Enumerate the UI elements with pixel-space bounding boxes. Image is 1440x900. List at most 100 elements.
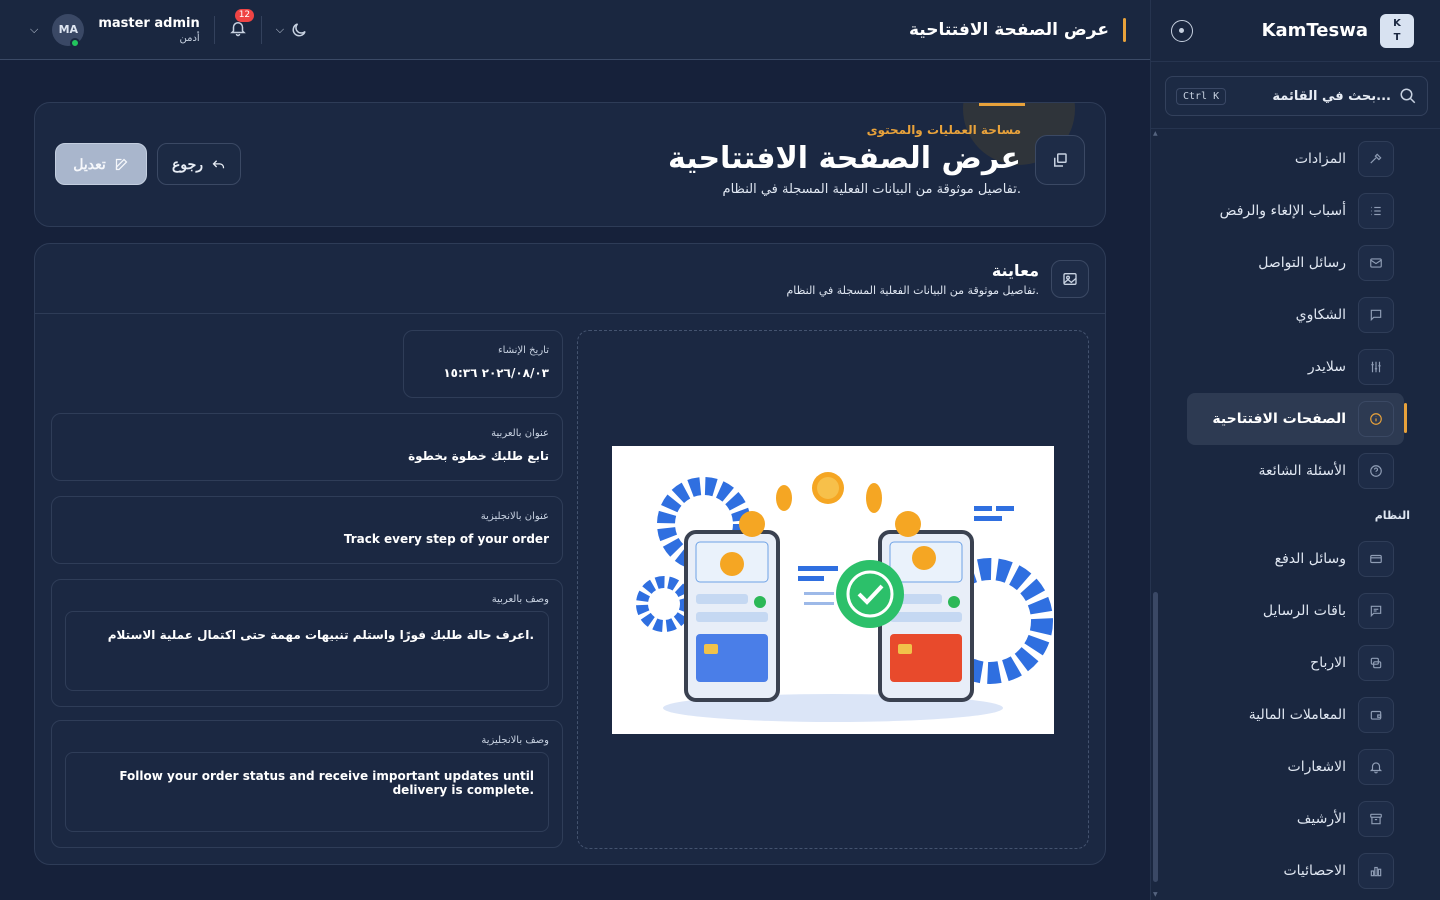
field-label: عنوان بالعربية (491, 428, 549, 439)
sidebar: KamTeswa K T Ctrl K بحث في القائمة... ال… (1150, 0, 1440, 900)
sidebar-item-label: سلايدر (1307, 359, 1346, 375)
sidebar-item-message-packages[interactable]: باقات الرسايل (1151, 585, 1440, 637)
chevron-down-icon[interactable]: ⌵ (30, 23, 38, 37)
brand-bar: KamTeswa K T (1151, 0, 1440, 62)
field-value: تابع طلبك خطوة بخطوة (408, 449, 549, 463)
page-header-texts: مساحة العمليات والمحتوى عرض الصفحة الافت… (668, 123, 1021, 197)
notification-badge: 12 (234, 8, 255, 22)
sidebar-item-label: المعاملات المالية (1248, 707, 1346, 723)
chart-icon (1358, 853, 1394, 889)
info-icon (1358, 401, 1394, 437)
sidebar-item-label: المزادات (1294, 151, 1346, 167)
hammer-icon (1358, 141, 1394, 177)
desc-ar-field: وصف بالعربية اعرف حالة طلبك فورًا واستلم… (51, 579, 563, 707)
help-icon (1358, 453, 1394, 489)
sidebar-nav: المزادات أسباب الإلغاء والرفض رسائل التو… (1151, 129, 1440, 897)
sidebar-item-label: الصفحات الافتتاحية (1212, 411, 1346, 427)
preview-header-texts: معاينة تفاصيل موثوقة من البيانات الفعلية… (786, 261, 1039, 297)
sidebar-item-label: الاشعارات (1287, 759, 1346, 775)
topbar: ⌵ MA master admin أدمن 12 ⌵ عرض الصفحة ا… (0, 0, 1150, 60)
preview-card-header: معاينة تفاصيل موثوقة من البيانات الفعلية… (35, 244, 1105, 314)
edit-button-label: تعديل (73, 155, 106, 172)
notifications-button[interactable]: 12 (229, 8, 255, 41)
sidebar-item-complaints[interactable]: الشكاوي (1151, 289, 1440, 341)
sidebar-item-faq[interactable]: الأسئلة الشائعة (1151, 445, 1440, 497)
sidebar-search-wrap: Ctrl K بحث في القائمة... (1151, 62, 1440, 129)
decorative-accent-bar (979, 103, 1025, 106)
return-arrow-icon (212, 159, 225, 168)
field-textbox: Follow your order status and receive imp… (65, 752, 549, 832)
brand-name: KamTeswa (1261, 20, 1368, 41)
onboarding-illustration (612, 446, 1054, 734)
divider (213, 15, 215, 44)
back-button-label: رجوع (171, 155, 203, 172)
sidebar-item-auctions[interactable]: المزادات (1151, 133, 1440, 185)
sidebar-item-profits[interactable]: الارباح (1151, 637, 1440, 689)
user-menu[interactable]: master admin أدمن (98, 16, 199, 44)
list-icon (1358, 193, 1394, 229)
wallet-icon (1358, 697, 1394, 733)
user-role: أدمن (179, 32, 200, 44)
sidebar-item-label: رسائل التواصل (1258, 255, 1346, 271)
preview-subtitle: تفاصيل موثوقة من البيانات الفعلية المسجل… (786, 283, 1039, 297)
sidebar-scrollbar[interactable] (1153, 592, 1158, 882)
field-textbox: اعرف حالة طلبك فورًا واستلم تنبيهات مهمة… (65, 611, 549, 691)
edit-button[interactable]: تعديل (55, 143, 147, 185)
mail-icon (1358, 245, 1394, 281)
search-placeholder: بحث في القائمة... (1272, 88, 1391, 104)
brand[interactable]: KamTeswa K T (1261, 13, 1414, 48)
card-icon (1358, 541, 1394, 577)
user-name: master admin (98, 15, 200, 31)
preview-title: معاينة (991, 260, 1039, 280)
sidebar-toggle-icon[interactable] (1171, 19, 1193, 42)
sidebar-item-slider[interactable]: سلايدر (1151, 341, 1440, 393)
sidebar-item-label: وسائل الدفع (1274, 551, 1346, 567)
page-header-actions: تعديل رجوع (55, 143, 241, 185)
page-subtitle: تفاصيل موثوقة من البيانات الفعلية المسجل… (722, 182, 1021, 197)
bell-icon (1358, 749, 1394, 785)
search-shortcut: Ctrl K (1176, 87, 1227, 105)
brand-logo: K T (1380, 13, 1414, 48)
sidebar-search-input[interactable]: Ctrl K بحث في القائمة... (1165, 76, 1428, 116)
sidebar-item-label: الاحصائيات (1283, 863, 1346, 879)
sidebar-item-archive[interactable]: الأرشيف (1151, 793, 1440, 845)
search-icon (1400, 88, 1416, 104)
page-title: عرض الصفحة الافتتاحية (908, 19, 1109, 40)
moon-icon (292, 22, 306, 36)
online-status-dot (70, 37, 81, 48)
field-value: Track every step of your order (343, 532, 549, 546)
copy-icon (1035, 135, 1085, 185)
field-value: ٢٠٢٦/٠٨/٠٣ ١٥:٣٦ (443, 366, 549, 380)
brand-logo-letter: K (1393, 17, 1401, 29)
page-heading: عرض الصفحة الافتتاحية (668, 141, 1021, 176)
sidebar-item-notifications[interactable]: الاشعارات (1151, 741, 1440, 793)
sidebar-item-financial-transactions[interactable]: المعاملات المالية (1151, 689, 1440, 741)
archive-icon (1358, 801, 1394, 837)
back-button[interactable]: رجوع (157, 143, 241, 185)
sidebar-item-label: الأرشيف (1296, 811, 1346, 827)
avatar[interactable]: MA (52, 13, 85, 48)
topbar-user-area: ⌵ MA master admin أدمن 12 ⌵ (30, 8, 308, 48)
field-label: وصف بالانجليزية (481, 735, 549, 746)
topbar-title-wrap: عرض الصفحة الافتتاحية (908, 17, 1126, 42)
sliders-icon (1358, 349, 1394, 385)
field-label: وصف بالعربية (491, 594, 549, 605)
scroll-down-arrow-icon[interactable]: ▼ (1153, 891, 1158, 898)
sidebar-item-cancel-reasons[interactable]: أسباب الإلغاء والرفض (1151, 185, 1440, 237)
theme-toggle[interactable]: ⌵ (276, 21, 308, 39)
scroll-up-arrow-icon[interactable]: ▲ (1153, 130, 1158, 137)
avatar-initials: MA (58, 23, 79, 36)
sidebar-item-onboarding-pages[interactable]: الصفحات الافتتاحية (1187, 393, 1407, 445)
title-en-field: عنوان بالانجليزية Track every step of yo… (51, 496, 563, 564)
chevron-down-icon: ⌵ (275, 22, 285, 36)
sidebar-item-contact-messages[interactable]: رسائل التواصل (1151, 237, 1440, 289)
sidebar-item-payment-methods[interactable]: وسائل الدفع (1151, 533, 1440, 585)
title-ar-field: عنوان بالعربية تابع طلبك خطوة بخطوة (51, 413, 563, 481)
preview-card: معاينة تفاصيل موثوقة من البيانات الفعلية… (34, 243, 1106, 865)
message-icon (1358, 593, 1394, 629)
image-icon (1051, 259, 1089, 298)
image-preview-box (577, 330, 1089, 849)
sidebar-item-statistics[interactable]: الاحصائيات (1151, 845, 1440, 897)
brand-logo-letter: T (1393, 31, 1401, 43)
field-label: تاريخ الإنشاء (497, 345, 549, 356)
